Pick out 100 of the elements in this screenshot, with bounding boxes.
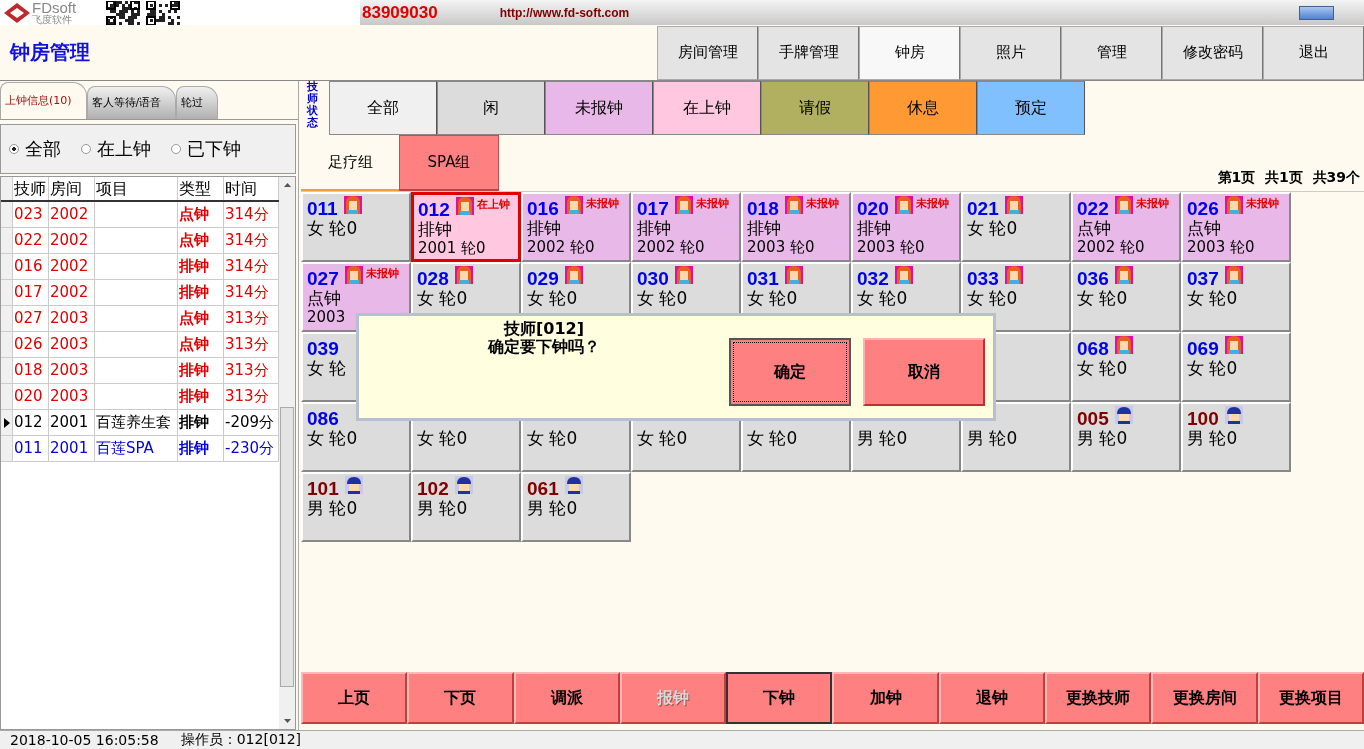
card-text: 排钟 (857, 218, 892, 238)
card-text: 2003 轮0 (1187, 238, 1256, 257)
technician-card[interactable]: 037 女 轮0 (1181, 262, 1291, 332)
status-text: 未报钟 (1245, 196, 1279, 211)
technician-card[interactable]: 068 女 轮0 (1071, 332, 1181, 402)
phone-number: 83909030 (362, 2, 438, 23)
group-tab[interactable]: SPA组 (399, 135, 499, 191)
status-text: 未报钟 (805, 196, 839, 211)
technician-card[interactable]: 033 女 轮0 (961, 262, 1071, 332)
action-button[interactable]: 上页 (301, 672, 408, 724)
radio-button[interactable] (9, 144, 19, 154)
table-cell: 排钟 (178, 280, 224, 305)
technician-number: 017 (637, 198, 669, 220)
column-header: 类型 (178, 177, 224, 200)
technician-card[interactable]: 011 女 轮0 (301, 192, 411, 262)
dialog-button[interactable]: 取消 (863, 338, 985, 406)
window-button[interactable] (1299, 5, 1334, 20)
card-text: 男 轮0 (967, 428, 1019, 448)
technician-card[interactable]: 101 男 轮0 (301, 472, 411, 542)
technician-card[interactable]: 069 女 轮0 (1181, 332, 1291, 402)
dialog-button[interactable]: 确定 (729, 338, 851, 406)
status-text: 在上钟 (476, 197, 510, 212)
page-title: 钟房管理 (8, 39, 91, 66)
card-text: 男 轮0 (1187, 428, 1239, 448)
technician-card[interactable]: 021 女 轮0 (961, 192, 1071, 262)
status-filter-button[interactable]: 在上钟 (653, 81, 761, 135)
status-filter-button[interactable]: 请假 (761, 81, 869, 135)
nav-button[interactable]: 修改密码 (1162, 25, 1263, 80)
card-text: 女 轮0 (857, 288, 909, 308)
status-text: 未报钟 (585, 196, 619, 211)
technician-card[interactable]: 026 未报钟 点钟 2003 轮0 (1181, 192, 1291, 262)
panel-tab[interactable]: 客人等待/语音 (86, 86, 177, 119)
status-text: 未报钟 (695, 196, 729, 211)
radio-option[interactable]: 全部 (9, 137, 61, 161)
action-button[interactable]: 下钟 (726, 672, 833, 724)
radio-option[interactable]: 已下钟 (171, 137, 241, 161)
card-text: 2003 轮0 (747, 238, 816, 257)
status-filter-button[interactable]: 全部 (329, 81, 437, 135)
technician-card[interactable]: 036 女 轮0 (1071, 262, 1181, 332)
table-cell: 020 (13, 384, 49, 409)
technician-number: 031 (747, 268, 779, 290)
radio-option[interactable]: 在上钟 (81, 137, 151, 161)
table-cell: 百莲SPA (95, 436, 178, 461)
nav-button[interactable]: 手牌管理 (758, 25, 859, 80)
technician-card[interactable]: 022 未报钟 点钟 2002 轮0 (1071, 192, 1181, 262)
table-cell: 027 (13, 306, 49, 331)
action-button[interactable]: 下页 (407, 672, 514, 724)
technician-card[interactable]: 061 男 轮0 (521, 472, 631, 542)
technician-number: 012 (418, 199, 450, 221)
nav-button[interactable]: 退出 (1263, 25, 1364, 80)
radio-button[interactable] (81, 144, 91, 154)
table-cell: 012 (13, 410, 49, 435)
nav-button[interactable]: 管理 (1061, 25, 1162, 80)
technician-card[interactable]: 005 男 轮0 (1071, 402, 1181, 472)
card-text: 2003 轮0 (857, 238, 926, 257)
nav-button[interactable]: 房间管理 (657, 25, 758, 80)
technician-number: 028 (417, 268, 449, 290)
status-filter-button[interactable]: 闲 (437, 81, 545, 135)
scroll-thumb[interactable] (280, 407, 294, 687)
table-cell: 点钟 (178, 228, 224, 253)
technician-number: 039 (307, 338, 339, 360)
technician-number: 021 (967, 198, 999, 220)
action-button[interactable]: 调派 (513, 672, 620, 724)
action-button[interactable]: 更换房间 (1151, 672, 1258, 724)
action-button[interactable]: 更换项目 (1257, 672, 1364, 724)
technician-number: 020 (857, 198, 889, 220)
nav-button[interactable]: 钟房 (859, 25, 960, 80)
card-text: 2002 轮0 (637, 238, 706, 257)
table-cell: 017 (13, 280, 49, 305)
card-text: 女 轮0 (637, 428, 689, 448)
technician-card[interactable]: 012 在上钟 排钟 2001 轮0 (411, 192, 521, 262)
card-text: 女 轮 (307, 358, 348, 378)
logo-subtitle: 飞度软件 (32, 13, 73, 25)
status-filter-button[interactable]: 未报钟 (545, 81, 653, 135)
status-filter-button[interactable]: 预定 (977, 81, 1085, 135)
technician-card[interactable]: 020 未报钟 排钟 2003 轮0 (851, 192, 961, 262)
technician-number: 011 (307, 198, 338, 220)
nav-button[interactable]: 照片 (960, 25, 1061, 80)
panel-tab[interactable]: 上钟信息(10) (0, 82, 87, 119)
technician-card[interactable]: 017 未报钟 排钟 2002 轮0 (631, 192, 741, 262)
scroll-up-icon (283, 183, 291, 187)
technician-number: 026 (1187, 198, 1219, 220)
technician-card[interactable]: 016 未报钟 排钟 2002 轮0 (521, 192, 631, 262)
status-filter-button[interactable]: 休息 (869, 81, 977, 135)
technician-card[interactable]: 100 男 轮0 (1181, 402, 1291, 472)
card-text: 排钟 (637, 218, 672, 238)
card-text: 女 轮0 (967, 288, 1019, 308)
scrollbar[interactable] (279, 177, 295, 729)
technician-card[interactable]: 102 男 轮0 (411, 472, 521, 542)
panel-tab[interactable]: 轮过 (176, 86, 219, 119)
table-cell: 排钟 (178, 436, 224, 461)
card-text: 2002 轮0 (1077, 238, 1146, 257)
technician-card[interactable]: 男 轮0 (961, 402, 1071, 472)
action-button[interactable]: 退钟 (938, 672, 1046, 724)
table-cell: 016 (13, 254, 49, 279)
action-button[interactable]: 加钟 (832, 672, 939, 724)
operator-label: 操作员：012[012] (180, 731, 302, 749)
technician-card[interactable]: 018 未报钟 排钟 2003 轮0 (741, 192, 851, 262)
radio-button[interactable] (171, 144, 181, 154)
action-button[interactable]: 更换技师 (1045, 672, 1152, 724)
